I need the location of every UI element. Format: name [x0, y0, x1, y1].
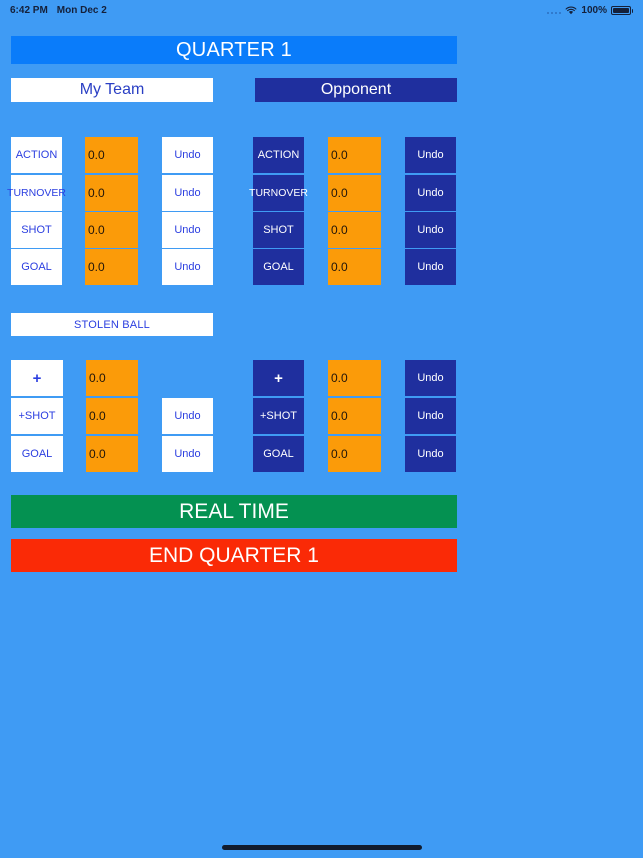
my-action-button[interactable]: ACTION: [11, 137, 62, 173]
my-goal-value[interactable]: 0.0: [85, 249, 138, 285]
my-action-undo-button[interactable]: Undo: [162, 137, 213, 173]
battery-icon: [611, 5, 633, 15]
opp-stolen-goal-button[interactable]: GOAL: [253, 436, 304, 472]
opp-action-value[interactable]: 0.0: [328, 137, 381, 173]
signal-dots-icon: [546, 6, 562, 14]
my-action-value[interactable]: 0.0: [85, 137, 138, 173]
opp-shot-undo-button[interactable]: Undo: [405, 212, 456, 248]
my-stolen-plus-button[interactable]: +: [11, 360, 63, 396]
opp-goal-button[interactable]: GOAL: [253, 249, 304, 285]
opp-stolen-plus-undo-button[interactable]: Undo: [405, 360, 456, 396]
app-screen: 6:42 PM Mon Dec 2 100% QUARTER 1 My Team…: [0, 0, 643, 858]
wifi-icon: [565, 6, 577, 15]
my-stolen-plus-value[interactable]: 0.0: [86, 360, 138, 396]
my-goal-button[interactable]: GOAL: [11, 249, 62, 285]
stolen-ball-section-title: STOLEN BALL: [11, 313, 213, 336]
opp-shot-button[interactable]: SHOT: [253, 212, 304, 248]
end-quarter-button[interactable]: END QUARTER 1: [11, 539, 457, 572]
opp-stolen-plus-value[interactable]: 0.0: [328, 360, 381, 396]
my-stolen-shot-value[interactable]: 0.0: [86, 398, 138, 434]
opp-goal-undo-button[interactable]: Undo: [405, 249, 456, 285]
opp-stolen-goal-value[interactable]: 0.0: [328, 436, 381, 472]
opp-action-button[interactable]: ACTION: [253, 137, 304, 173]
opp-stolen-goal-undo-button[interactable]: Undo: [405, 436, 456, 472]
my-stolen-shot-button[interactable]: +SHOT: [11, 398, 63, 434]
my-stolen-goal-undo-button[interactable]: Undo: [162, 436, 213, 472]
opp-stolen-shot-value[interactable]: 0.0: [328, 398, 381, 434]
my-shot-undo-button[interactable]: Undo: [162, 212, 213, 248]
my-team-header[interactable]: My Team: [11, 78, 213, 102]
home-indicator[interactable]: [221, 845, 422, 850]
opp-turnover-value[interactable]: 0.0: [328, 175, 381, 211]
my-turnover-button[interactable]: TURNOVER: [7, 175, 66, 211]
quarter-title-bar: QUARTER 1: [11, 36, 457, 64]
opp-shot-value[interactable]: 0.0: [328, 212, 381, 248]
my-goal-undo-button[interactable]: Undo: [162, 249, 213, 285]
status-bar-right: 100%: [546, 4, 633, 16]
opp-stolen-plus-button[interactable]: +: [253, 360, 304, 396]
my-stolen-shot-undo-button[interactable]: Undo: [162, 398, 213, 434]
my-stolen-goal-value[interactable]: 0.0: [86, 436, 138, 472]
opp-turnover-undo-button[interactable]: Undo: [405, 175, 456, 211]
battery-percent-label: 100%: [581, 4, 607, 16]
my-shot-button[interactable]: SHOT: [11, 212, 62, 248]
status-bar: 6:42 PM Mon Dec 2 100%: [0, 0, 643, 20]
opp-goal-value[interactable]: 0.0: [328, 249, 381, 285]
my-shot-value[interactable]: 0.0: [85, 212, 138, 248]
status-date: Mon Dec 2: [56, 4, 107, 16]
status-bar-left: 6:42 PM Mon Dec 2: [10, 5, 107, 16]
opp-stolen-shot-undo-button[interactable]: Undo: [405, 398, 456, 434]
opponent-header[interactable]: Opponent: [255, 78, 457, 102]
opp-action-undo-button[interactable]: Undo: [405, 137, 456, 173]
opp-stolen-shot-button[interactable]: +SHOT: [253, 398, 304, 434]
opp-turnover-button[interactable]: TURNOVER: [249, 175, 308, 211]
real-time-button[interactable]: REAL TIME: [11, 495, 457, 528]
my-stolen-goal-button[interactable]: GOAL: [11, 436, 63, 472]
status-time: 6:42 PM: [10, 4, 48, 16]
my-turnover-undo-button[interactable]: Undo: [162, 175, 213, 211]
my-turnover-value[interactable]: 0.0: [85, 175, 138, 211]
